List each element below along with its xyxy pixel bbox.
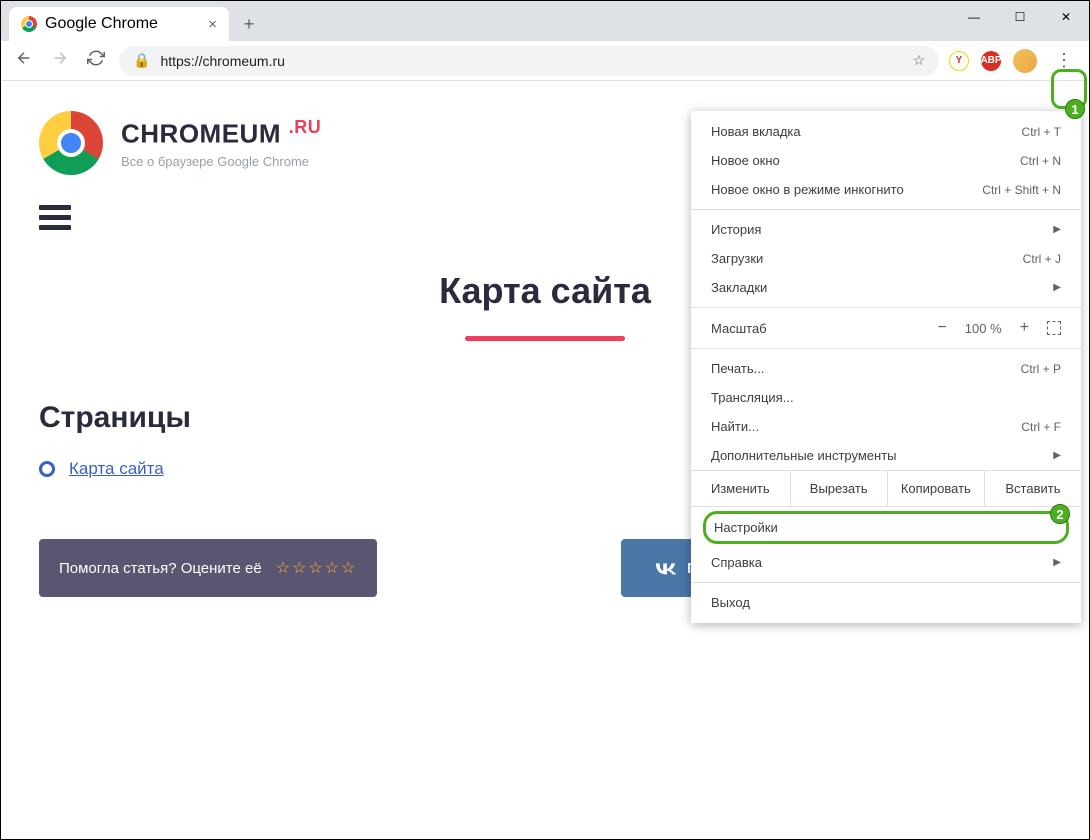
rating-box[interactable]: Помогла статья? Оцените её ☆☆☆☆☆	[39, 539, 377, 597]
title-underline	[465, 336, 625, 341]
maximize-button[interactable]: ☐	[997, 1, 1043, 33]
url-text: https://chromeum.ru	[160, 53, 285, 69]
chrome-logo-icon	[39, 111, 103, 175]
browser-tab[interactable]: Google Chrome ×	[9, 7, 229, 41]
chrome-favicon-icon	[21, 16, 37, 32]
close-window-button[interactable]: ✕	[1043, 1, 1089, 33]
close-tab-icon[interactable]: ×	[208, 16, 217, 33]
brand-tagline: Все о браузере Google Chrome	[121, 154, 321, 169]
rating-stars[interactable]: ☆☆☆☆☆	[276, 558, 358, 578]
menu-separator	[691, 307, 1081, 308]
callout-badge-2: 2	[1050, 504, 1070, 524]
minimize-button[interactable]: —	[951, 1, 997, 33]
menu-exit[interactable]: Выход	[691, 588, 1081, 617]
back-button[interactable]	[11, 45, 37, 76]
menu-bookmarks[interactable]: Закладки▶	[691, 273, 1081, 302]
profile-avatar[interactable]	[1013, 49, 1037, 73]
bookmark-star-icon[interactable]: ☆	[912, 52, 925, 69]
window-titlebar: Google Chrome × + — ☐ ✕	[1, 1, 1089, 41]
zoom-in-button[interactable]: +	[1020, 319, 1029, 337]
fullscreen-icon[interactable]	[1047, 321, 1061, 335]
menu-separator	[691, 209, 1081, 210]
edit-label: Изменить	[691, 471, 790, 506]
menu-new-tab[interactable]: Новая вкладкаCtrl + T	[691, 117, 1081, 146]
adblock-extension-icon[interactable]: ABP	[981, 51, 1001, 71]
vk-icon	[655, 561, 677, 575]
tab-title: Google Chrome	[45, 15, 158, 33]
menu-separator	[691, 582, 1081, 583]
reload-button[interactable]	[83, 45, 109, 76]
yandex-extension-icon[interactable]: Y	[949, 51, 969, 71]
menu-more-tools[interactable]: Дополнительные инструменты▶	[691, 441, 1081, 470]
browser-toolbar: 🔒 https://chromeum.ru ☆ Y ABP ⋮	[1, 41, 1089, 81]
menu-find[interactable]: Найти...Ctrl + F	[691, 412, 1081, 441]
zoom-value: 100 %	[965, 321, 1002, 336]
paste-button[interactable]: Вставить	[984, 471, 1081, 506]
chrome-menu: Новая вкладкаCtrl + T Новое окноCtrl + N…	[691, 111, 1081, 623]
menu-cast[interactable]: Трансляция...	[691, 383, 1081, 412]
menu-downloads[interactable]: ЗагрузкиCtrl + J	[691, 244, 1081, 273]
new-tab-button[interactable]: +	[235, 10, 263, 38]
menu-separator	[691, 348, 1081, 349]
zoom-out-button[interactable]: −	[937, 319, 946, 337]
chevron-right-icon: ▶	[1053, 450, 1061, 461]
bullet-icon	[39, 461, 55, 477]
forward-button[interactable]	[47, 45, 73, 76]
menu-help[interactable]: Справка▶	[691, 548, 1081, 577]
menu-zoom: Масштаб − 100 % +	[691, 313, 1081, 343]
brand-title: CHROMEUM .RU	[121, 117, 321, 150]
chevron-right-icon: ▶	[1053, 557, 1061, 568]
menu-edit-row: Изменить Вырезать Копировать Вставить	[691, 470, 1081, 507]
zoom-label: Масштаб	[711, 321, 767, 336]
callout-badge-1: 1	[1065, 99, 1085, 119]
window-controls: — ☐ ✕	[951, 1, 1089, 33]
menu-incognito[interactable]: Новое окно в режиме инкогнитоCtrl + Shif…	[691, 175, 1081, 204]
lock-icon: 🔒	[133, 52, 150, 69]
copy-button[interactable]: Копировать	[887, 471, 984, 506]
address-bar[interactable]: 🔒 https://chromeum.ru ☆	[119, 46, 939, 76]
menu-history[interactable]: История▶	[691, 215, 1081, 244]
rating-text: Помогла статья? Оцените её	[59, 560, 262, 577]
cut-button[interactable]: Вырезать	[790, 471, 887, 506]
highlight-settings: Настройки 2	[703, 511, 1069, 544]
chevron-right-icon: ▶	[1053, 224, 1061, 235]
menu-settings[interactable]: Настройки	[714, 518, 1058, 537]
menu-new-window[interactable]: Новое окноCtrl + N	[691, 146, 1081, 175]
menu-print[interactable]: Печать...Ctrl + P	[691, 354, 1081, 383]
chevron-right-icon: ▶	[1053, 282, 1061, 293]
sitemap-link[interactable]: Карта сайта	[69, 459, 164, 479]
